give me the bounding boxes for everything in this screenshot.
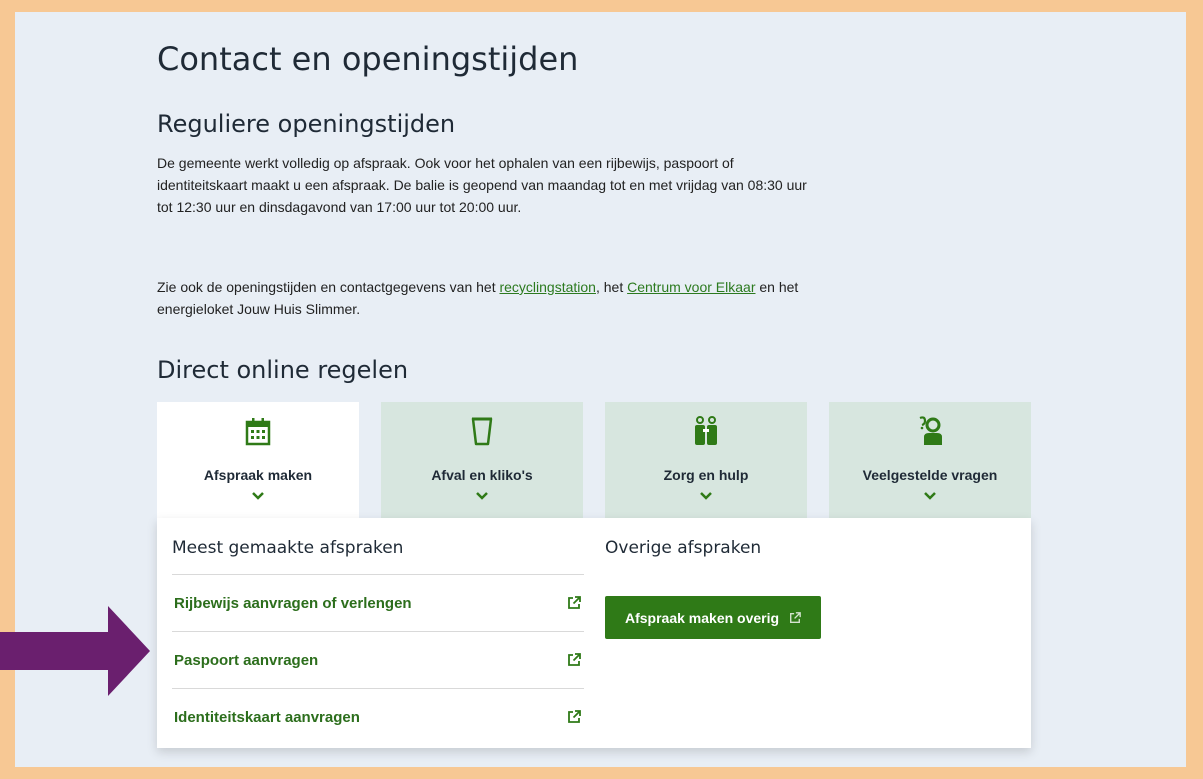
appointments-panel: Meest gemaakte afspraken Rijbewijs aanvr… — [157, 518, 1031, 748]
waste-bin-icon — [381, 416, 583, 448]
question-person-icon — [829, 416, 1031, 448]
tab-label: Afval en kliko's — [431, 467, 533, 483]
external-link-icon — [567, 653, 581, 667]
list-item-rijbewijs[interactable]: Rijbewijs aanvragen of verlengen — [172, 574, 584, 631]
list-item-paspoort[interactable]: Paspoort aanvragen — [172, 631, 584, 688]
tab-label: Afspraak maken — [203, 467, 313, 483]
see-also-text: Zie ook de openingstijden en contactgege… — [157, 276, 807, 320]
tab-label: Zorg en hulp — [663, 467, 749, 483]
calendar-icon — [157, 416, 359, 448]
chevron-down-icon — [381, 491, 583, 501]
list-item-label: Identiteitskaart aanvragen — [174, 708, 360, 726]
tab-afval-en-klikos[interactable]: Afval en kliko's — [381, 402, 583, 518]
other-appointments-heading: Overige afspraken — [605, 538, 762, 558]
page-frame: Contact en openingstijden Reguliere open… — [15, 12, 1186, 767]
opening-hours-text: De gemeente werkt volledig op afspraak. … — [157, 155, 807, 215]
section-heading-opening-hours: Reguliere openingstijden — [157, 110, 456, 138]
appointment-list: Rijbewijs aanvragen of verlengen Paspoor… — [172, 574, 584, 745]
external-link-icon — [567, 596, 581, 610]
tab-label: Veelgestelde vragen — [862, 467, 998, 483]
list-item-label: Rijbewijs aanvragen of verlengen — [174, 594, 412, 612]
service-tabs: Afspraak maken Afval en kliko's Zorg en … — [157, 402, 1031, 524]
see-also-prefix: Zie ook de openingstijden en contactgege… — [157, 279, 500, 295]
chevron-down-icon — [829, 491, 1031, 501]
tab-zorg-en-hulp[interactable]: Zorg en hulp — [605, 402, 807, 518]
see-also-mid: , het — [595, 279, 628, 295]
tab-veelgestelde-vragen[interactable]: Veelgestelde vragen — [829, 402, 1031, 518]
list-item-identiteitskaart[interactable]: Identiteitskaart aanvragen — [172, 688, 584, 745]
button-label: Afspraak maken overig — [625, 609, 780, 626]
external-link-icon — [789, 611, 801, 624]
page-title: Contact en openingstijden — [157, 40, 579, 78]
people-care-icon — [605, 416, 807, 448]
recyclingstation-link[interactable]: recyclingstation — [499, 279, 596, 295]
list-item-label: Paspoort aanvragen — [174, 651, 319, 669]
chevron-down-icon — [605, 491, 807, 501]
annotation-arrow-icon — [0, 606, 150, 707]
most-made-heading: Meest gemaakte afspraken — [172, 538, 404, 558]
external-link-icon — [567, 710, 581, 724]
centrum-voor-elkaar-link[interactable]: Centrum voor Elkaar — [627, 279, 755, 295]
afspraak-maken-overig-button[interactable]: Afspraak maken overig — [605, 596, 822, 639]
chevron-down-icon — [157, 491, 359, 501]
section-heading-direct-online: Direct online regelen — [157, 356, 409, 384]
tab-afspraak-maken[interactable]: Afspraak maken — [157, 402, 359, 524]
